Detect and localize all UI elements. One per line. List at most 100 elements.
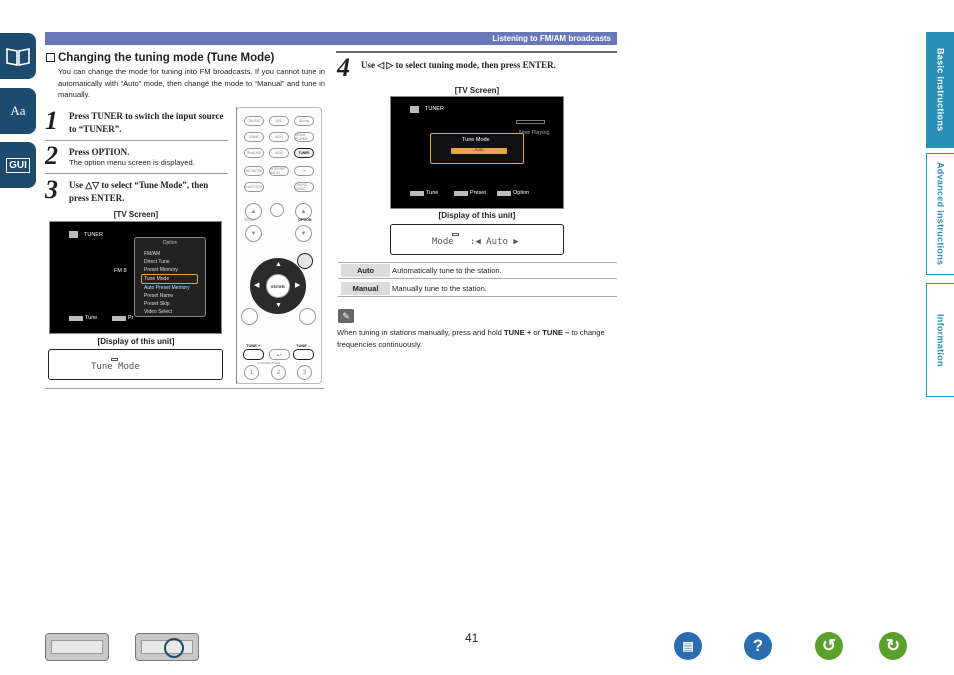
back-button-remote — [299, 308, 316, 325]
glossary-icon: Aa — [10, 103, 26, 118]
up-arrow-icon: ▲ — [275, 261, 282, 268]
display-caption: [Display of this unit] — [438, 211, 516, 220]
band-label: FM 8 — [114, 268, 127, 274]
redo-arrow-icon: ↻ — [885, 636, 901, 655]
menu-item[interactable]: Direct Tune — [135, 258, 205, 266]
setup-label: SETUP — [244, 218, 256, 222]
book-icon — [6, 48, 30, 66]
number-3-button: 3 — [297, 365, 312, 380]
table-key: Auto — [341, 264, 390, 277]
channel-down-icon: ▼ — [245, 225, 262, 242]
page-number: 41 — [465, 631, 479, 645]
remote-button: INTERNET RADIO — [269, 166, 289, 176]
step-subtext: The option menu screen is displayed. — [69, 158, 195, 167]
divider — [45, 388, 324, 389]
option-menu-title: Option — [162, 240, 178, 246]
option-label: OPTION — [298, 218, 312, 222]
contents-nav-button[interactable] — [0, 33, 36, 79]
magnifier-icon — [164, 638, 184, 658]
gui-icon: GUI — [6, 157, 30, 173]
divider — [45, 140, 228, 141]
unit-display-2: Mode :◀ Auto ▶ — [390, 224, 564, 255]
dialog-title: Tune Mode — [462, 137, 490, 143]
remote-button: NETWORK — [244, 166, 264, 176]
help-button[interactable]: ? — [744, 632, 772, 660]
menu-item[interactable]: FM/AM — [135, 250, 205, 258]
tune-key-icon — [410, 191, 424, 196]
tab-advanced-instructions[interactable]: Advanced instructions — [926, 153, 954, 275]
display-caption: [Display of this unit] — [97, 337, 175, 346]
menu-item[interactable]: Preset Skip — [135, 300, 205, 308]
glossary-nav-button[interactable]: Aa — [0, 88, 36, 134]
question-icon: ? — [752, 636, 764, 655]
indicator-icon — [452, 233, 459, 236]
menu-item[interactable]: Preset Name — [135, 292, 205, 300]
remote-button: MEDIA PLAYER — [294, 132, 314, 142]
down-arrow-icon: ▼ — [275, 302, 282, 309]
mute-icon — [270, 203, 284, 217]
note-text: When tuning in stations manually, press … — [337, 328, 605, 349]
note-pencil-icon: ✎ — [338, 309, 354, 323]
undo-arrow-icon: ↺ — [821, 636, 837, 655]
preset-key-icon — [112, 316, 126, 321]
step-text: Press TUNER to switch the input source t… — [69, 111, 224, 134]
gui-nav-button[interactable]: GUI — [0, 142, 36, 188]
remote-border — [236, 107, 237, 384]
tuner-icon — [69, 231, 78, 238]
step-text: Use ◁ ▷ to select tuning mode, then pres… — [361, 60, 556, 70]
unit-display-1: Tune Mode — [48, 349, 223, 380]
info-button — [241, 308, 258, 325]
preset-key-icon — [454, 191, 468, 196]
menu-item-selected[interactable]: Tune Mode — [141, 274, 198, 284]
remote-button: DVD — [269, 116, 289, 126]
contents-button[interactable]: ▤ — [674, 632, 702, 660]
tv-screen-1: TUNER FM 8 Option FM/AM Direct Tune Pres… — [49, 221, 222, 334]
tab-information[interactable]: Information — [926, 283, 954, 397]
book-icon: ▤ — [682, 639, 694, 653]
source-label: TUNER — [425, 106, 444, 112]
remote-button: BLUETOOTH — [244, 182, 264, 192]
tune-mode-dialog: Tune Mode Auto — [430, 133, 524, 164]
remote-button: TV — [294, 166, 314, 176]
option-menu: Option FM/AM Direct Tune Preset Memory T… — [134, 237, 206, 317]
divider — [336, 51, 617, 53]
indicator-icon — [111, 358, 118, 361]
menu-item[interactable]: Video Select — [135, 308, 205, 316]
section-title: Changing the tuning mode (Tune Mode) — [46, 52, 274, 64]
signal-bar — [516, 120, 545, 124]
table-row: Manual Manually tune to the station. — [338, 281, 617, 297]
remote-button: AUX2 — [269, 148, 289, 158]
remote-button: iPod/USB — [244, 148, 264, 158]
option-key-icon — [497, 191, 511, 196]
section-header-bar: Listening to FM/AM broadcasts — [45, 32, 617, 45]
dialog-value-box[interactable]: Auto — [451, 147, 507, 154]
table-key: Manual — [341, 282, 390, 295]
front-panel-button[interactable] — [45, 633, 109, 661]
tune-key-icon — [69, 316, 83, 321]
tuner-icon — [410, 106, 419, 113]
tune-minus-label: TUNE – — [296, 343, 311, 348]
divider — [45, 173, 228, 174]
menu-item[interactable]: Auto Preset Memory — [135, 284, 205, 292]
table-value: Manually tune to the station. — [392, 284, 487, 293]
display-button[interactable] — [135, 633, 199, 661]
left-arrow-icon: ◀ — [254, 282, 260, 289]
source-label: TUNER — [84, 232, 103, 238]
tune-plus-button — [243, 349, 264, 360]
table-value: Automatically tune to the station. — [392, 266, 502, 275]
step-text: Use △▽ to select “Tune Mode”, then press… — [69, 180, 209, 203]
number-1-button: 1 — [244, 365, 259, 380]
cursor-pad: ENTER ▲ ▼ ◀ ▶ — [250, 258, 306, 314]
tune-minus-button — [293, 349, 314, 360]
right-arrow-icon: ▶ — [295, 282, 301, 289]
tuner-button: TUNER — [294, 148, 314, 158]
play-pause-icon: ▶/‖ — [269, 349, 290, 360]
tab-basic-instructions[interactable]: Basic instructions — [926, 32, 954, 148]
back-button[interactable]: ↺ — [815, 632, 843, 660]
enter-button: ENTER — [266, 274, 290, 298]
forward-button[interactable]: ↻ — [879, 632, 907, 660]
remote-control: CBL/SAT DVD Blu-ray GAME AUX1 MEDIA PLAY… — [236, 107, 322, 384]
menu-item[interactable]: Preset Memory — [135, 266, 205, 274]
number-2-button: 2 — [271, 365, 286, 380]
checkbox-icon — [46, 53, 55, 62]
